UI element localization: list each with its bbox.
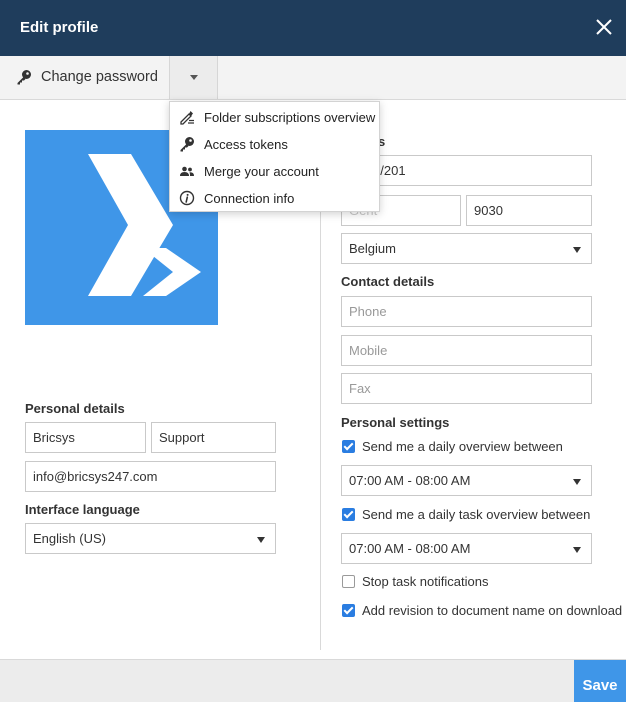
menu-item-label: Folder subscriptions overview (204, 110, 376, 125)
menu-item-label: Connection info (204, 191, 295, 206)
dialog-title: Edit profile (20, 19, 99, 36)
zip-field[interactable]: 9030 (466, 195, 592, 226)
fax-field[interactable]: Fax (341, 373, 592, 404)
chevron-down-icon (573, 479, 581, 485)
change-password-button[interactable]: Change password (0, 56, 170, 99)
add-revision-checkbox[interactable]: Add revision to document name on downloa… (342, 602, 622, 620)
change-password-label: Change password (41, 69, 158, 85)
menu-item-folder-subscriptions[interactable]: Folder subscriptions overview (170, 103, 379, 130)
more-options-dropdown-button[interactable] (170, 56, 218, 99)
options-dropdown-menu: Folder subscriptions overview Access tok… (169, 101, 380, 212)
mobile-field[interactable]: Mobile (341, 335, 592, 366)
daily-task-overview-time-value: 07:00 AM - 08:00 AM (349, 541, 471, 556)
daily-overview-time-select[interactable]: 07:00 AM - 08:00 AM (341, 465, 592, 496)
interface-language-select[interactable]: English (US) (25, 523, 276, 554)
daily-overview-checkbox[interactable]: Send me a daily overview between (342, 438, 602, 456)
country-select[interactable]: Belgium (341, 233, 592, 264)
interface-language-value: English (US) (33, 531, 106, 546)
key-icon (17, 70, 31, 85)
chevron-down-icon (573, 247, 581, 253)
daily-task-overview-label: Send me a daily task overview between (362, 507, 591, 522)
chevron-down-icon (257, 537, 265, 543)
add-revision-label: Add revision to document name on downloa… (362, 603, 623, 618)
first-name-field[interactable]: Bricsys (25, 422, 146, 453)
interface-language-label: Interface language (25, 502, 140, 517)
stop-task-notifications-checkbox[interactable]: Stop task notifications (342, 573, 542, 591)
daily-overview-time-value: 07:00 AM - 08:00 AM (349, 473, 471, 488)
daily-overview-label: Send me a daily overview between (362, 439, 563, 454)
personal-details-label: Personal details (25, 401, 125, 416)
personal-settings-label: Personal settings (341, 415, 450, 430)
last-name-field[interactable]: Support (151, 422, 276, 453)
checkbox-checked[interactable] (342, 508, 355, 521)
dialog-header: Edit profile (0, 0, 626, 56)
chevron-down-icon (190, 75, 198, 80)
menu-item-label: Access tokens (204, 137, 288, 152)
country-value: Belgium (349, 241, 396, 256)
dialog-footer: Save (0, 659, 626, 702)
menu-item-connection-info[interactable]: Connection info (170, 184, 379, 211)
checkbox-checked[interactable] (342, 604, 355, 617)
menu-item-merge-account[interactable]: Merge your account (170, 157, 379, 184)
daily-task-overview-checkbox[interactable]: Send me a daily task overview between (342, 506, 602, 524)
toolbar: Change password (0, 56, 626, 100)
folder-subscriptions-icon (180, 111, 194, 125)
checkbox-unchecked[interactable] (342, 575, 355, 588)
menu-item-access-tokens[interactable]: Access tokens (170, 130, 379, 157)
save-button[interactable]: Save (574, 660, 626, 702)
key-icon (180, 137, 194, 152)
email-field[interactable]: info@bricsys247.com (25, 461, 276, 492)
contact-details-label: Contact details (341, 274, 435, 289)
stop-task-notifications-label: Stop task notifications (362, 574, 489, 589)
phone-field[interactable]: Phone (341, 296, 592, 327)
daily-task-overview-time-select[interactable]: 07:00 AM - 08:00 AM (341, 533, 592, 564)
menu-item-label: Merge your account (204, 164, 319, 179)
info-icon (179, 190, 195, 206)
checkbox-checked[interactable] (342, 440, 355, 453)
users-icon (180, 166, 194, 176)
chevron-down-icon (573, 547, 581, 553)
close-icon[interactable] (592, 15, 616, 39)
